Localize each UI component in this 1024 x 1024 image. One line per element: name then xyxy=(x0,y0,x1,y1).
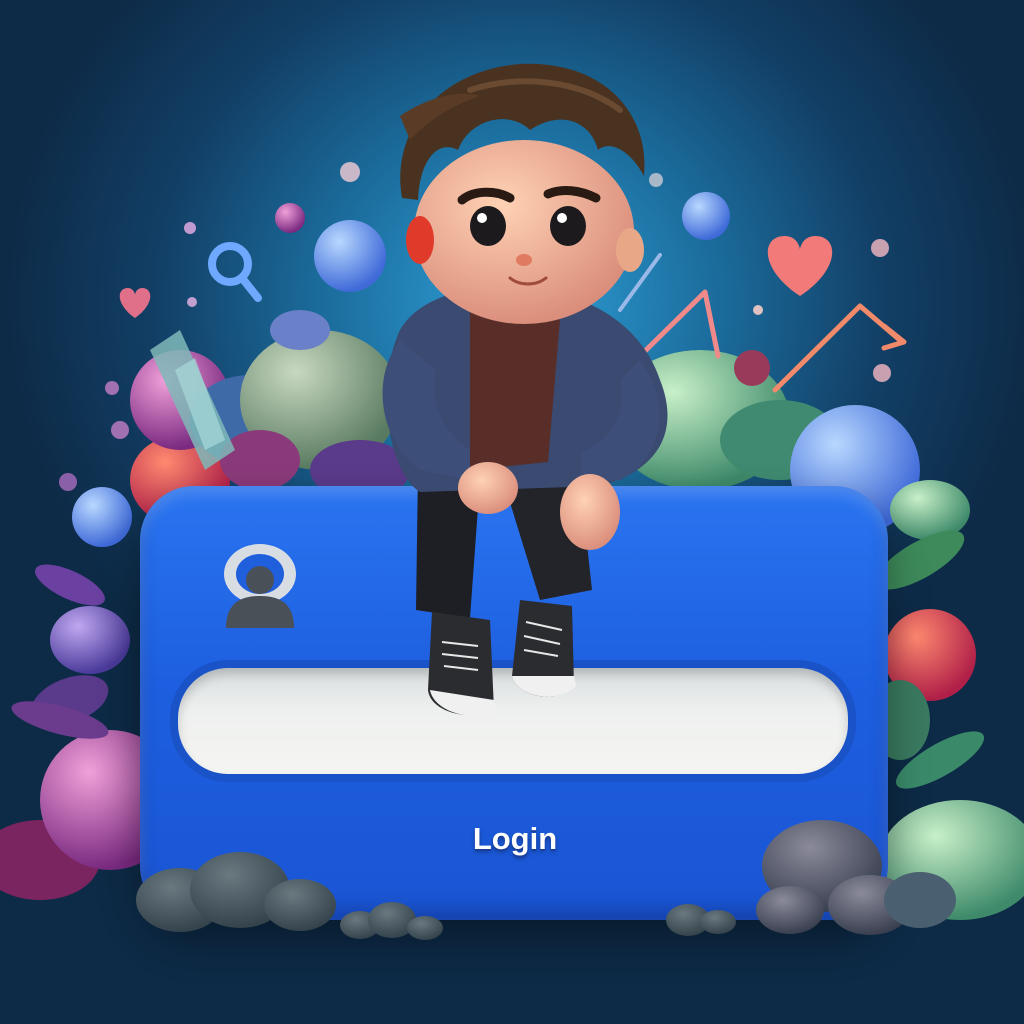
foreground-rocks xyxy=(136,820,956,940)
character xyxy=(382,63,668,716)
login-scene: Login xyxy=(0,0,1024,1024)
character-illustration xyxy=(136,63,956,940)
